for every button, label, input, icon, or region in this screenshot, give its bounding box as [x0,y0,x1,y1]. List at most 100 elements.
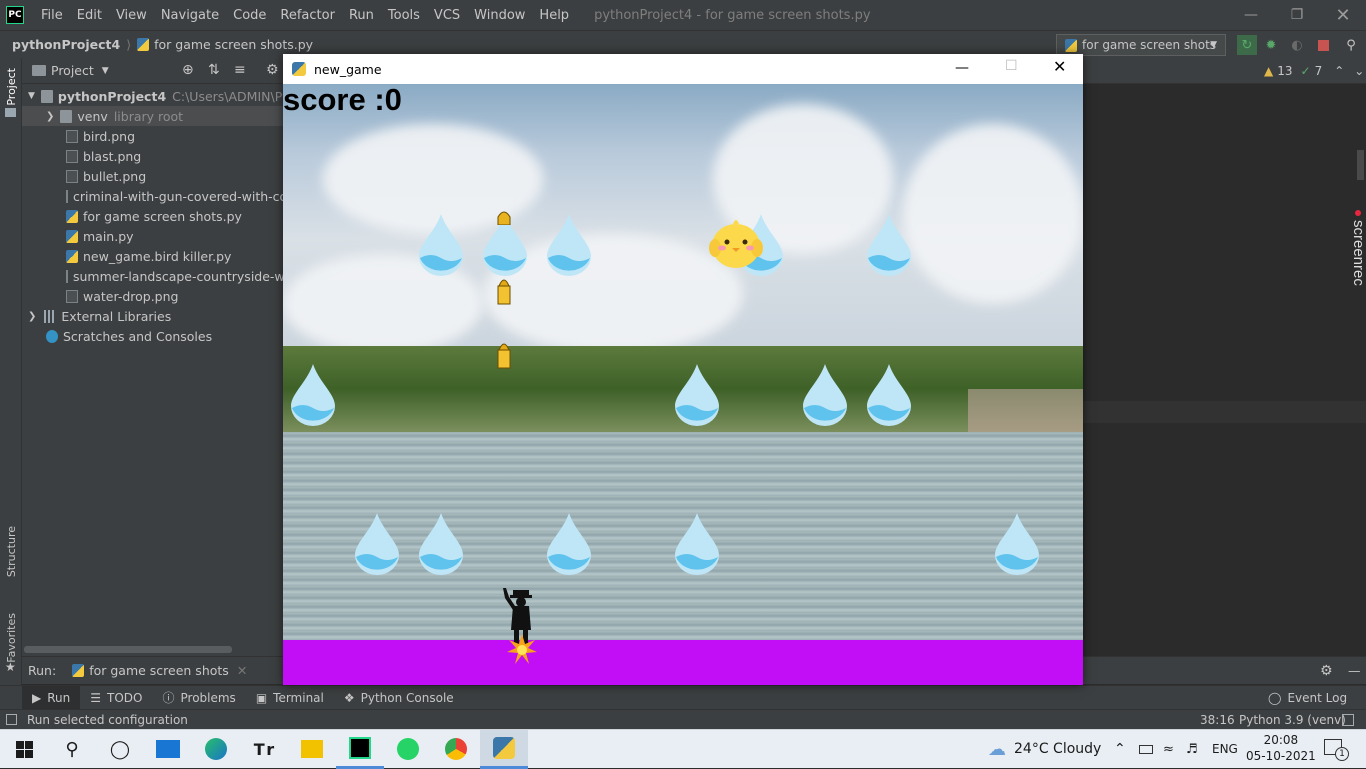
typora-icon[interactable]: T r [240,730,288,769]
close-button[interactable]: ✕ [1053,57,1066,76]
windows-start-icon[interactable] [0,730,48,769]
game-window[interactable]: new_game — ☐ ✕ score :0 [283,54,1083,685]
terminal-icon: ▣ [255,690,268,705]
menu-code[interactable]: Code [226,8,273,23]
cortana-icon[interactable]: ◯ [96,730,144,769]
menu-view[interactable]: View [109,8,154,23]
menu-file[interactable]: File [34,8,70,23]
chrome-icon[interactable] [432,730,480,769]
menu-refactor[interactable]: Refactor [273,8,342,23]
tree-item-file[interactable]: criminal-with-gun-covered-with-coat [66,186,284,206]
whatsapp-icon[interactable] [384,730,432,769]
weather-widget[interactable]: ☁ 24°C Cloudy [988,739,1101,760]
menu-help[interactable]: Help [532,8,576,23]
language-indicator[interactable]: ENG [1212,742,1238,756]
search-everywhere-icon[interactable]: ⚲ [1343,37,1359,53]
tree-item-file[interactable]: new_game.bird killer.py [66,246,231,266]
collapse-all-icon[interactable]: ≡ [234,62,246,78]
menu-window[interactable]: Window [467,8,532,23]
window-title: pythonProject4 - for game screen shots.p… [594,7,871,23]
debug-icon[interactable]: ✹ [1263,37,1279,53]
notification-icon[interactable]: 1 [1324,739,1349,761]
favorites-tool-tab[interactable]: Favorites [5,613,18,663]
restore-button[interactable]: ❐ [1274,0,1320,30]
tree-item-file[interactable]: main.py [66,226,134,246]
water-drop-sprite [675,513,719,575]
battery-icon[interactable] [1139,744,1153,754]
chevron-down-icon[interactable]: ▼ [102,66,109,76]
tree-item-file[interactable]: blast.png [66,146,141,166]
tree-item-file[interactable]: water-drop.png [66,286,178,306]
minimize-button[interactable]: — [955,60,969,76]
close-button[interactable]: ✕ [1320,0,1366,30]
breadcrumb-project[interactable]: pythonProject4 [12,37,120,52]
project-view-label[interactable]: Project [51,63,94,78]
scratches-label: Scratches and Consoles [63,328,213,344]
minimize-button[interactable]: — [1228,0,1274,30]
tab-terminal[interactable]: ▣ Terminal [246,686,334,710]
chevron-down-icon[interactable]: ▼ [28,91,35,101]
editor-scrollbar[interactable] [1357,150,1364,180]
tab-todo[interactable]: ☰ TODO [80,686,152,710]
chevron-right-icon[interactable]: ❯ [28,311,36,322]
chevron-down-icon[interactable]: ⌄ [1354,64,1364,78]
python-taskbar-icon[interactable] [480,729,528,769]
game-title-bar[interactable]: new_game — ☐ ✕ [283,54,1083,84]
lock-icon[interactable] [1342,713,1354,726]
tree-item-file[interactable]: summer-landscape-countryside-with- [66,266,284,286]
stop-icon[interactable] [1315,37,1331,53]
tab-problems[interactable]: ⓘ Problems [152,686,245,710]
breadcrumb-file[interactable]: for game screen shots.py [154,37,313,52]
expand-all-icon[interactable]: ⇅ [208,62,220,78]
project-tool-tab[interactable]: Project [5,68,18,106]
maximize-button[interactable]: ☐ [1005,58,1018,74]
event-log-icon: ◯ [1268,690,1282,705]
tree-item-external-libraries[interactable]: ❯ External Libraries [28,306,171,326]
volume-icon[interactable]: ♬ [1186,742,1198,757]
inspection-widget[interactable]: ▲ 13 ✓ 7 ⌃ ⌄ [1264,64,1364,78]
menu-tools[interactable]: Tools [381,8,427,23]
wifi-icon[interactable]: ≈ [1163,742,1174,757]
close-tab-icon[interactable]: ✕ [237,663,247,678]
screenrec-logo: screenrec [1350,220,1366,286]
menu-vcs[interactable]: VCS [427,8,467,23]
tree-item-file[interactable]: bird.png [66,126,135,146]
menu-navigate[interactable]: Navigate [154,8,226,23]
tree-root[interactable]: ▼ pythonProject4 C:\Users\ADMIN\Pycha [28,86,312,106]
file-name: bullet.png [83,168,147,184]
locate-icon[interactable]: ⊕ [182,62,194,78]
run-config-dropdown[interactable]: for game screen shots ▼ [1056,34,1226,56]
run-tab-label[interactable]: for game screen shots [89,663,229,678]
structure-tool-tab[interactable]: Structure [5,526,18,577]
tree-item-file[interactable]: bullet.png [66,166,146,186]
hide-icon[interactable]: — [1348,663,1361,678]
caret-position[interactable]: 38:16 [1200,713,1235,727]
edge-icon[interactable] [192,730,240,769]
horizontal-scrollbar[interactable] [24,646,232,653]
tab-event-log[interactable]: ◯ Event Log [1258,686,1357,710]
menu-run[interactable]: Run [342,8,381,23]
pycharm-taskbar-icon[interactable] [336,730,384,769]
layout-icon[interactable] [6,714,17,725]
rerun-icon[interactable]: ↻ [1237,35,1257,55]
tree-item-scratches[interactable]: Scratches and Consoles [46,326,212,346]
tab-python-console[interactable]: ❖ Python Console [334,686,464,710]
menu-edit[interactable]: Edit [70,8,109,23]
game-canvas[interactable]: score :0 [283,84,1083,685]
chevron-up-icon[interactable]: ⌃ [1114,741,1126,757]
tab-run[interactable]: ▶ Run [22,685,81,710]
interpreter[interactable]: Python 3.9 (venv) [1239,713,1346,727]
chevron-right-icon[interactable]: ❯ [46,111,54,122]
gear-icon[interactable]: ⚙ [266,62,279,78]
coverage-icon[interactable]: ◐ [1289,37,1305,53]
tree-item-venv[interactable]: ❯ venv library root [22,106,284,126]
gear-icon[interactable]: ⚙ [1320,663,1333,679]
chevron-up-icon[interactable]: ⌃ [1334,64,1344,78]
mail-icon[interactable] [144,730,192,769]
check-icon: ✓ [1300,64,1311,78]
clock[interactable]: 20:08 05-10-2021 [1246,732,1316,764]
weather-text: 24°C Cloudy [1014,741,1102,757]
file-explorer-icon[interactable] [288,730,336,769]
tree-item-file[interactable]: for game screen shots.py [66,206,242,226]
search-icon[interactable]: ⚲ [48,730,96,769]
